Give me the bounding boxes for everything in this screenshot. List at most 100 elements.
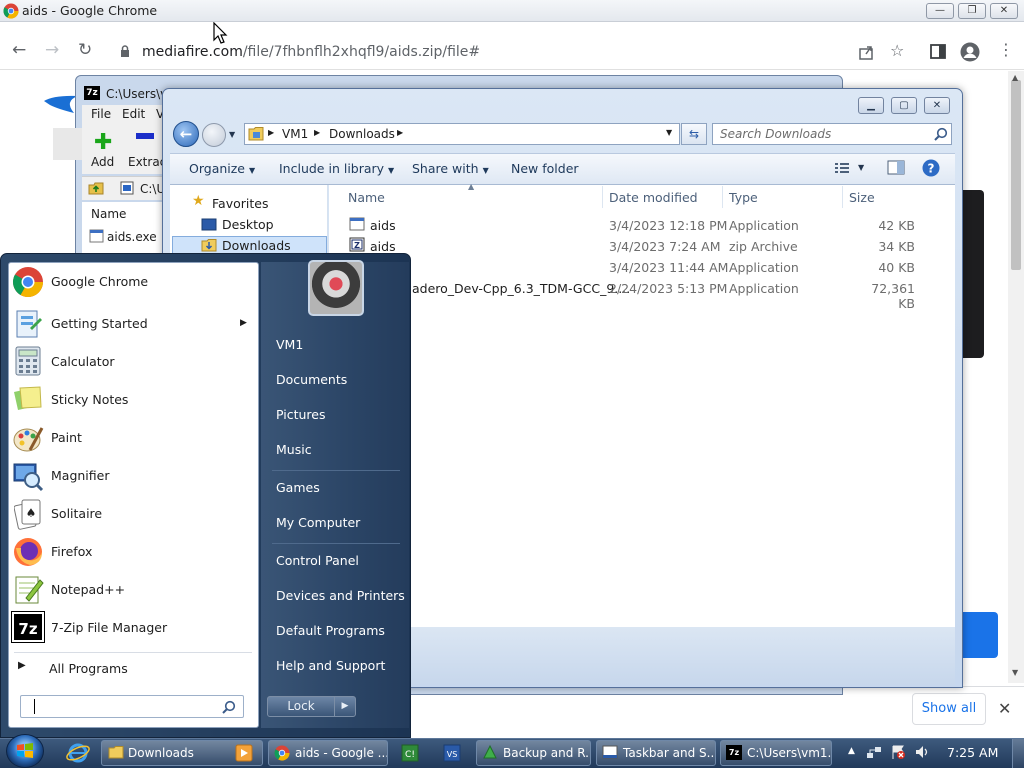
start-item-getting-started[interactable]: Getting Started: [51, 316, 148, 331]
start-item-solitaire[interactable]: Solitaire: [51, 506, 102, 521]
view-dropdown-icon[interactable]: ▼: [858, 163, 864, 172]
spreadsheet-app-icon[interactable]: C!: [396, 741, 424, 765]
help-icon[interactable]: ?: [922, 159, 940, 177]
page-download-button[interactable]: [962, 612, 998, 658]
breadcrumb-arrow-icon[interactable]: ▶: [314, 128, 320, 137]
forward-button[interactable]: [202, 123, 226, 147]
all-programs-button[interactable]: All Programs: [49, 661, 128, 676]
breadcrumb-arrow-icon[interactable]: ▶: [268, 128, 274, 137]
share-icon[interactable]: [858, 44, 874, 60]
add-icon[interactable]: ✚: [94, 130, 112, 155]
extract-icon[interactable]: [136, 133, 154, 139]
start-control-panel[interactable]: Control Panel: [276, 553, 359, 568]
start-music[interactable]: Music: [276, 442, 312, 457]
scroll-up-icon[interactable]: ▲: [1012, 73, 1018, 82]
explorer-minimize-button[interactable]: ▁: [858, 97, 884, 114]
column-header-size[interactable]: Size: [849, 190, 875, 205]
explorer-close-button[interactable]: ✕: [924, 97, 950, 114]
address-bar[interactable]: mediafire.com/file/7fhbnflh2xhqfl9/aids.…: [142, 44, 480, 60]
refresh-button[interactable]: ⇆: [681, 123, 707, 145]
include-in-library-button[interactable]: Include in library ▼: [279, 161, 394, 176]
page-scrollbar-thumb[interactable]: [1011, 80, 1021, 270]
column-name[interactable]: Name: [91, 207, 126, 221]
organize-button[interactable]: Organize ▼: [189, 161, 255, 176]
close-button[interactable]: ✕: [990, 3, 1018, 19]
forward-icon[interactable]: →: [45, 40, 59, 60]
scroll-down-icon[interactable]: ▼: [1012, 668, 1018, 677]
column-header-type[interactable]: Type: [729, 190, 758, 205]
nav-desktop[interactable]: Desktop: [222, 217, 274, 232]
history-dropdown-icon[interactable]: ▼: [229, 130, 235, 139]
chrome-menu-icon[interactable]: ⋮: [998, 40, 1014, 59]
start-help-support[interactable]: Help and Support: [276, 658, 385, 673]
column-separator[interactable]: [842, 186, 843, 208]
nav-favorites[interactable]: Favorites: [212, 196, 268, 211]
volume-icon[interactable]: [914, 744, 930, 760]
start-item-7zip[interactable]: 7-Zip File Manager: [51, 620, 167, 635]
start-documents[interactable]: Documents: [276, 372, 347, 387]
column-separator[interactable]: [722, 186, 723, 208]
explorer-maximize-button[interactable]: ▢: [891, 97, 917, 114]
all-programs-arrow-icon[interactable]: ▶: [18, 660, 26, 671]
restore-button[interactable]: ❐: [958, 3, 986, 19]
add-button[interactable]: Add: [91, 155, 114, 169]
shutdown-options-icon[interactable]: ▶: [334, 696, 356, 717]
breadcrumb-arrow-icon[interactable]: ▶: [397, 128, 403, 137]
bookmark-star-icon[interactable]: ☆: [890, 41, 904, 60]
start-default-programs[interactable]: Default Programs: [276, 623, 385, 638]
folder-up-icon[interactable]: [88, 181, 104, 195]
downloads-bar-close-icon[interactable]: ✕: [998, 699, 1011, 718]
start-item-firefox[interactable]: Firefox: [51, 544, 92, 559]
side-panel-icon[interactable]: [930, 44, 946, 59]
file-name[interactable]: adero_Dev-Cpp_6.3_TDM-GCC_9....: [412, 281, 630, 296]
start-pictures[interactable]: Pictures: [276, 407, 326, 422]
new-folder-button[interactable]: New folder: [511, 161, 579, 176]
internet-explorer-icon[interactable]: [64, 741, 92, 765]
column-separator[interactable]: [602, 186, 603, 208]
lock-button[interactable]: Lock: [267, 696, 335, 717]
start-search-input[interactable]: [20, 695, 244, 718]
start-item-paint[interactable]: Paint: [51, 430, 82, 445]
address-bar[interactable]: [244, 123, 680, 145]
minimize-button[interactable]: —: [926, 3, 954, 19]
profile-avatar-icon[interactable]: [960, 42, 980, 62]
nav-downloads[interactable]: Downloads: [222, 238, 291, 253]
file-name[interactable]: aids: [370, 218, 396, 233]
action-center-flag-icon[interactable]: [890, 744, 906, 760]
breadcrumb-vm1[interactable]: VM1: [282, 127, 308, 141]
start-devices-printers[interactable]: Devices and Printers: [276, 588, 405, 603]
address-dropdown-icon[interactable]: ▼: [666, 128, 672, 137]
file-name[interactable]: aids: [370, 239, 396, 254]
menu-file[interactable]: File: [91, 107, 111, 121]
start-item-sticky-notes[interactable]: Sticky Notes: [51, 392, 128, 407]
back-icon[interactable]: ←: [12, 40, 26, 60]
back-button[interactable]: ←: [173, 121, 199, 147]
search-icon[interactable]: [934, 127, 948, 141]
show-all-button[interactable]: Show all: [912, 693, 986, 725]
column-header-name[interactable]: Name: [348, 190, 385, 205]
start-games[interactable]: Games: [276, 480, 320, 495]
reload-icon[interactable]: ↻: [78, 40, 92, 60]
tray-expand-icon[interactable]: ▲: [848, 746, 855, 756]
menu-edit[interactable]: Edit: [122, 107, 145, 121]
visual-studio-icon[interactable]: VS: [438, 741, 466, 765]
start-user-folder[interactable]: VM1: [276, 337, 303, 352]
start-item-calculator[interactable]: Calculator: [51, 354, 114, 369]
start-item-google-chrome[interactable]: Google Chrome: [51, 274, 148, 289]
submenu-arrow-icon[interactable]: ▶: [240, 318, 247, 328]
media-player-icon[interactable]: [230, 741, 258, 765]
start-item-magnifier[interactable]: Magnifier: [51, 468, 109, 483]
search-icon[interactable]: [222, 700, 236, 714]
start-my-computer[interactable]: My Computer: [276, 515, 360, 530]
user-picture[interactable]: [308, 260, 364, 316]
share-with-button[interactable]: Share with ▼: [412, 161, 489, 176]
preview-pane-icon[interactable]: [887, 160, 905, 175]
7zip-file-row[interactable]: aids.exe: [107, 230, 157, 244]
start-item-notepadpp[interactable]: Notepad++: [51, 582, 125, 597]
clock[interactable]: 7:25 AM: [947, 745, 998, 760]
breadcrumb-downloads[interactable]: Downloads: [329, 127, 395, 141]
show-desktop-button[interactable]: [1012, 739, 1024, 768]
view-options-icon[interactable]: [834, 162, 850, 174]
column-header-date[interactable]: Date modified: [609, 190, 698, 205]
network-icon[interactable]: [866, 744, 882, 760]
